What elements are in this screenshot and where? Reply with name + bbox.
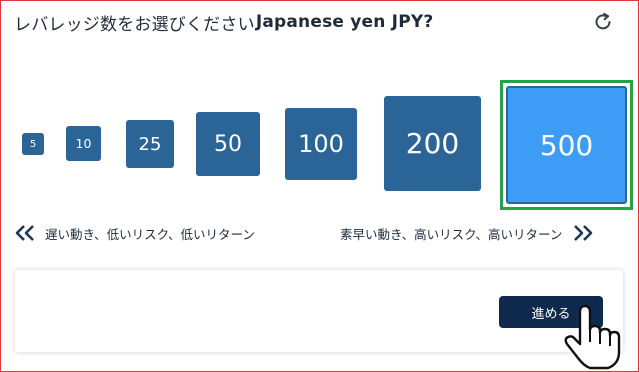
fast-movement-hint: 素早い動き、高いリスク、高いリターン	[340, 222, 594, 244]
slow-movement-label: 遅い動き、低いリスク、低いリターン	[45, 226, 255, 242]
double-chevron-left-icon	[14, 223, 38, 243]
leverage-option-label: 10	[75, 136, 92, 151]
leverage-option-label: 5	[29, 138, 37, 150]
page-title: レバレッジ数をお選びください Japanese yen JPY?	[14, 9, 433, 35]
leverage-option-100[interactable]: 100	[285, 108, 357, 180]
leverage-option-10[interactable]: 10	[66, 126, 101, 161]
leverage-option-label: 50	[214, 131, 242, 157]
leverage-option-25[interactable]: 25	[126, 120, 174, 168]
leverage-option-50[interactable]: 50	[196, 112, 260, 176]
leverage-option-label: 200	[405, 127, 460, 160]
refresh-icon[interactable]	[591, 10, 615, 34]
fast-movement-label: 素早い動き、高いリスク、高いリターン	[340, 226, 563, 242]
leverage-option-500[interactable]: 500	[506, 86, 627, 204]
leverage-option-label: 100	[298, 130, 344, 158]
double-chevron-right-icon	[570, 223, 594, 243]
title-prefix: レバレッジ数をお選びください	[14, 14, 255, 35]
slow-movement-hint: 遅い動き、低いリスク、低いリターン	[14, 222, 255, 244]
pointer-hand-icon	[560, 304, 622, 370]
leverage-option-label: 500	[539, 128, 594, 162]
leverage-option-5[interactable]: 5	[22, 133, 44, 155]
leverage-option-200[interactable]: 200	[384, 96, 481, 191]
title-currency: Japanese yen JPY?	[255, 12, 434, 32]
leverage-option-label: 25	[138, 133, 162, 155]
